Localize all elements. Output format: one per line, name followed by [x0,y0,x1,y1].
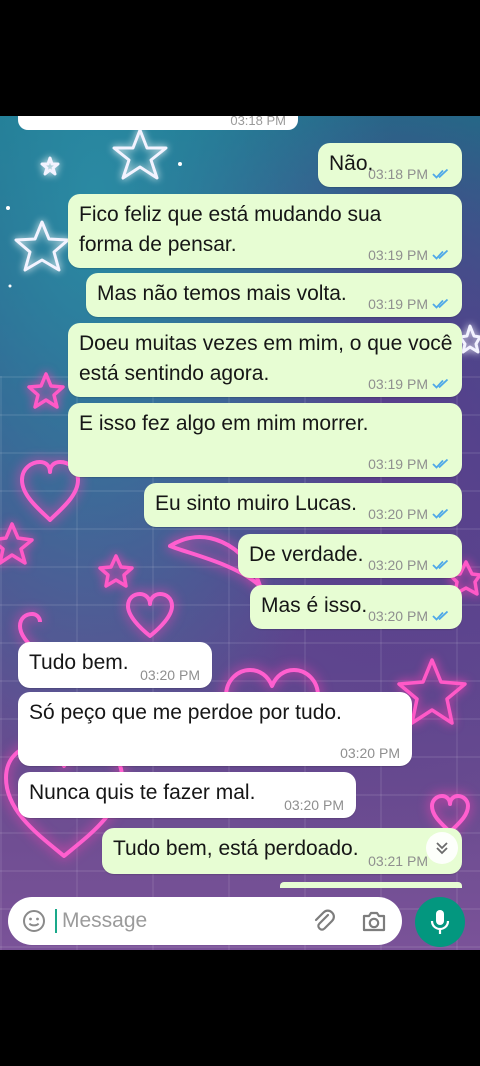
wallpaper-star-icon [458,324,480,354]
message-time: 03:20 PM [340,745,400,761]
message-meta: 03:21 PM [368,853,428,869]
message-bubble-incoming[interactable]: Nunca quis te fazer mal. 03:20 PM [18,772,356,818]
message-time: 03:18 PM [368,166,428,182]
message-meta: 03:20 PM [284,797,344,813]
message-text: Não. [329,152,374,175]
message-bubble-outgoing[interactable]: Doeu muitas vezes em mim, o que você est… [68,323,462,397]
sparkle-icon [178,162,182,166]
message-meta: 03:20 PM [140,667,200,683]
message-meta: 03:20 PM [368,506,450,522]
message-time: 03:20 PM [284,797,344,813]
message-bubble-incoming[interactable]: Tudo bem. 03:20 PM [18,642,212,688]
message-text: Tudo bem. [29,651,129,674]
message-text: Nunca quis te fazer mal. [29,781,256,804]
message-bubble-outgoing[interactable]: Eu sinto muiro Lucas. 03:20 PM [144,483,462,527]
paperclip-icon[interactable] [311,908,337,934]
double-check-icon [432,508,449,519]
message-bubble-outgoing[interactable]: Tudo bem, está perdoado. 03:21 PM [102,828,462,874]
message-time: 03:18 PM [230,116,286,128]
message-bubble-incoming[interactable]: Só peço que me perdoe por tudo. 03:20 PM [18,692,412,766]
message-bubble-outgoing[interactable]: Não. 03:18 PM [318,143,462,187]
message-time: 03:19 PM [368,247,428,263]
message-meta: 03:19 PM [368,296,450,312]
camera-icon[interactable] [361,909,387,933]
double-check-icon [432,249,449,260]
wallpaper-star-icon [112,128,168,180]
message-bubble-outgoing[interactable]: Fico feliz que está mudando sua forma de… [68,194,462,268]
wallpaper-heart-icon [430,794,470,834]
wallpaper-star-icon [27,372,65,409]
double-check-icon [432,378,449,389]
message-meta: 03:20 PM [368,557,450,573]
mic-button[interactable] [415,897,465,947]
wallpaper-heart-icon [126,592,174,638]
chevron-double-down-icon [436,842,448,855]
message-meta: 03:20 PM [340,745,400,761]
message-bubble-outgoing[interactable]: Mas não temos mais volta. 03:19 PM [86,273,462,317]
message-meta: 03:19 PM [368,376,450,392]
message-text: Tudo bem, está perdoado. [113,837,359,860]
wallpaper-star-icon [14,220,70,272]
sparkle-icon [8,284,12,288]
message-meta: 03:18 PM [368,166,450,182]
message-text: Mas não temos mais volta. [97,282,347,305]
message-bubble-outgoing[interactable]: Mas é isso. 03:20 PM [250,585,462,629]
message-text: E isso fez algo em mim morrer. [79,412,369,435]
message-text: De verdade. [249,543,364,566]
message-time: 03:19 PM [368,376,428,392]
message-text: Fico feliz que está mudando sua forma de… [79,203,382,256]
previous-message-bubble[interactable]: 03:18 PM [18,116,298,130]
message-meta: 03:19 PM [368,456,450,472]
message-time: 03:20 PM [140,667,200,683]
message-bubble-outgoing[interactable]: E isso fez algo em mim morrer. 03:19 PM [68,403,462,477]
message-time: 03:20 PM [368,557,428,573]
double-check-icon [432,168,449,179]
wallpaper-star-icon [0,522,34,565]
chat-area[interactable]: 03:18 PM Não. 03:18 PM Fico feliz que es… [0,116,480,950]
emoji-icon[interactable] [22,909,46,933]
double-check-icon [432,559,449,570]
wallpaper-star-icon [98,554,134,588]
message-text: Só peço que me perdoe por tudo. [29,701,342,724]
text-cursor [55,909,57,933]
double-check-icon [432,458,449,469]
message-meta: 03:19 PM [368,247,450,263]
double-check-icon [432,610,449,621]
message-time: 03:20 PM [368,608,428,624]
message-text: Eu sinto muiro Lucas. [155,492,357,515]
sparkle-icon [6,206,10,210]
microphone-icon [430,910,450,934]
message-time: 03:19 PM [368,456,428,472]
message-time: 03:20 PM [368,506,428,522]
message-input-pill[interactable]: Message [8,897,402,945]
scroll-to-bottom-button[interactable] [426,832,458,864]
next-message-edge [280,882,462,888]
message-input-bar: Message [0,891,480,950]
message-time: 03:21 PM [368,853,428,869]
double-check-icon [432,298,449,309]
message-text: Mas é isso. [261,594,368,617]
message-meta: 03:20 PM [368,608,450,624]
message-time: 03:19 PM [368,296,428,312]
wallpaper-star-icon [40,156,60,176]
message-input-placeholder[interactable]: Message [62,909,147,933]
message-bubble-outgoing[interactable]: De verdade. 03:20 PM [238,534,462,578]
